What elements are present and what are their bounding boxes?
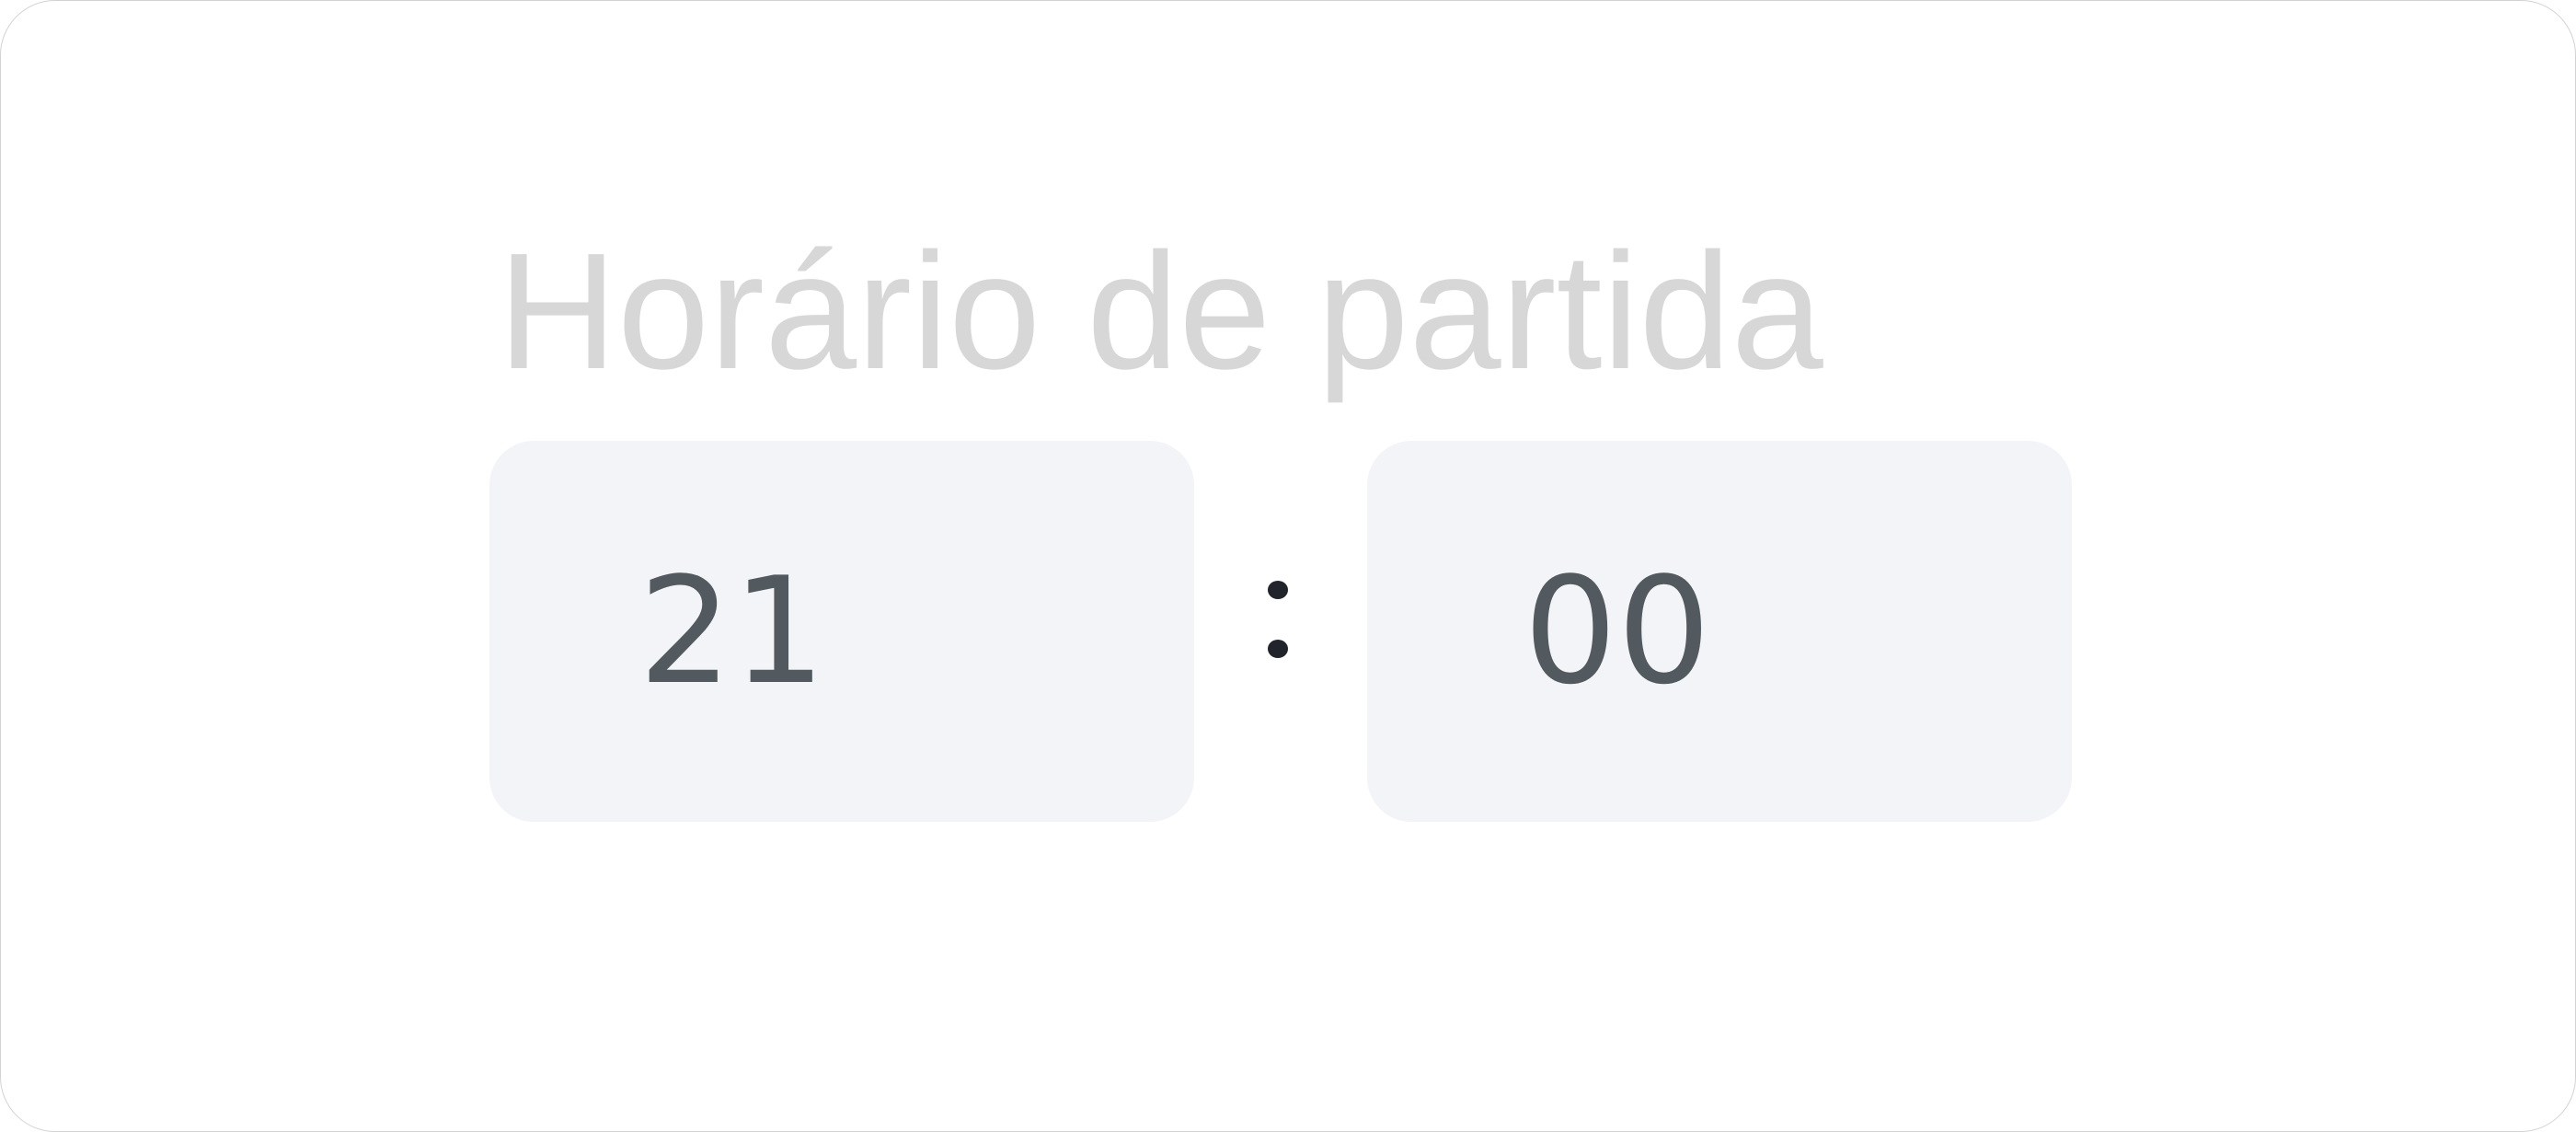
hours-value: 21 [638, 545, 826, 717]
separator-dot-top [1268, 581, 1288, 599]
time-separator [1263, 572, 1291, 664]
minutes-field[interactable]: 00 [1367, 441, 2072, 822]
departure-time-title: Horário de partida [498, 219, 1823, 404]
minutes-value: 00 [1524, 545, 1711, 717]
hours-field[interactable]: 21 [489, 441, 1194, 822]
departure-time-card: Horário de partida 21 00 [0, 0, 2576, 1132]
separator-dot-bottom [1268, 640, 1288, 658]
